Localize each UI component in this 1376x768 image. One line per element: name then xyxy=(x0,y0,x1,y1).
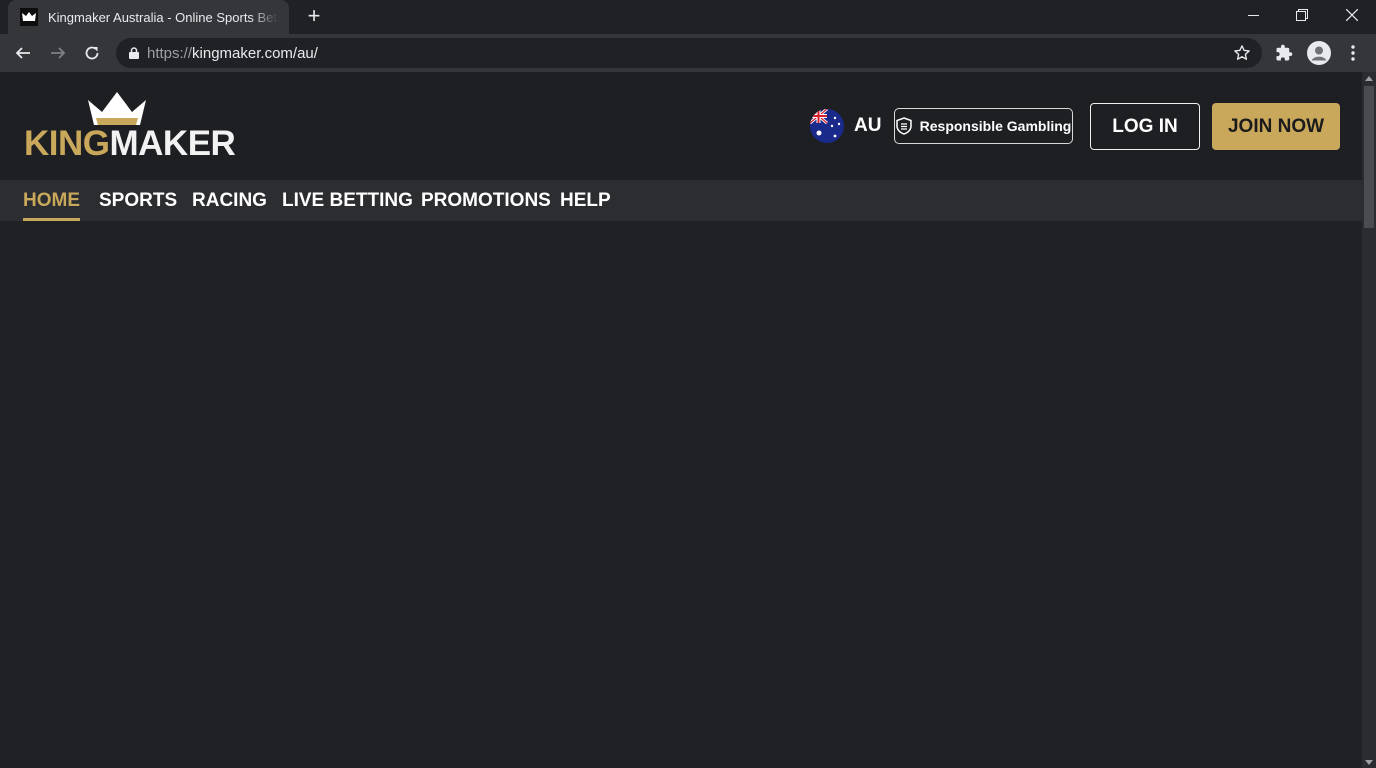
url-text: https://kingmaker.com/au/ xyxy=(147,44,318,62)
scroll-up-arrow-icon[interactable] xyxy=(1365,76,1373,81)
responsible-gambling-label: Responsible Gambling xyxy=(919,118,1072,134)
nav-item-sports[interactable]: SPORTS xyxy=(99,180,177,221)
kingmaker-favicon-icon xyxy=(20,8,38,26)
address-bar[interactable]: https://kingmaker.com/au/ xyxy=(116,38,1262,68)
profile-avatar-icon[interactable] xyxy=(1305,39,1333,67)
nav-item-live-betting[interactable]: LIVE BETTING xyxy=(282,180,413,221)
nav-item-racing[interactable]: RACING xyxy=(192,180,267,221)
tab-title: Kingmaker Australia - Online Sports Bett… xyxy=(48,9,278,25)
australia-flag-icon xyxy=(810,109,844,143)
reload-icon[interactable] xyxy=(80,41,104,65)
browser-toolbar: https://kingmaker.com/au/ xyxy=(0,34,1376,72)
browser-menu-icon[interactable] xyxy=(1341,41,1365,65)
main-content-area xyxy=(0,221,1362,768)
vertical-scrollbar[interactable] xyxy=(1362,72,1376,768)
shield-icon xyxy=(895,117,912,135)
region-label: AU xyxy=(854,115,882,136)
main-nav: HOME SPORTS RACING LIVE BETTING PROMOTIO… xyxy=(0,180,1362,221)
nav-item-help[interactable]: HELP xyxy=(560,180,611,221)
browser-tabstrip: Kingmaker Australia - Online Sports Bett… xyxy=(0,0,1376,34)
login-button[interactable]: LOG IN xyxy=(1090,103,1200,150)
bookmark-star-icon[interactable] xyxy=(1233,44,1251,62)
nav-item-promotions[interactable]: PROMOTIONS xyxy=(421,180,551,221)
forward-arrow-icon[interactable] xyxy=(46,41,70,65)
page: KINGMAKER AU Responsible Gambling LOG IN… xyxy=(0,72,1362,768)
nav-item-home[interactable]: HOME xyxy=(23,180,80,221)
close-window-icon[interactable] xyxy=(1329,0,1375,30)
scroll-down-arrow-icon[interactable] xyxy=(1365,760,1373,765)
kingmaker-logo[interactable]: KINGMAKER xyxy=(24,92,236,164)
logo-text-maker: MAKER xyxy=(109,124,236,163)
browser-tab[interactable]: Kingmaker Australia - Online Sports Bett… xyxy=(8,0,289,34)
logo-text-king: KING xyxy=(24,124,110,163)
crown-icon xyxy=(88,92,146,125)
join-now-button[interactable]: JOIN NOW xyxy=(1212,103,1340,150)
new-tab-icon[interactable]: + xyxy=(302,5,326,29)
minimize-icon[interactable] xyxy=(1230,0,1276,30)
responsible-gambling-button[interactable]: Responsible Gambling xyxy=(894,108,1073,144)
region-selector[interactable]: AU xyxy=(810,108,881,144)
restore-icon[interactable] xyxy=(1279,0,1325,30)
back-arrow-icon[interactable] xyxy=(11,41,35,65)
site-header: KINGMAKER AU Responsible Gambling LOG IN… xyxy=(0,72,1362,180)
extensions-puzzle-icon[interactable] xyxy=(1272,41,1296,65)
scrollbar-thumb[interactable] xyxy=(1364,86,1374,228)
lock-icon[interactable] xyxy=(129,47,139,59)
